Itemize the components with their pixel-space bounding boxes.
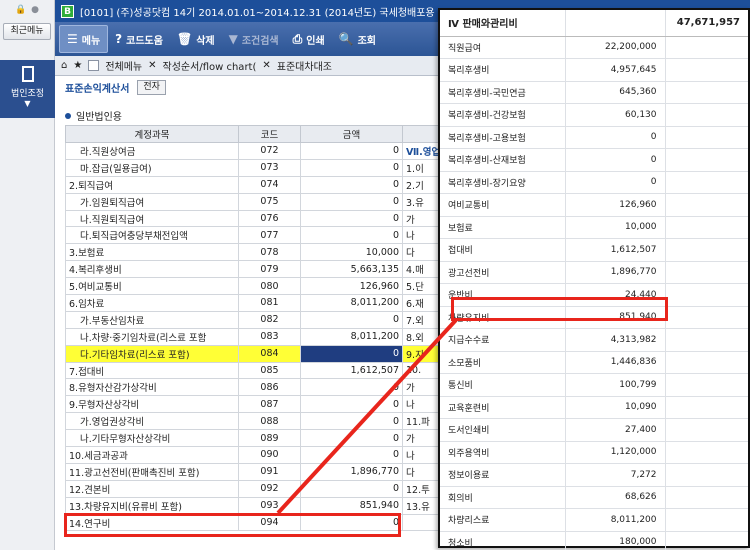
connector-arrow bbox=[276, 318, 458, 515]
connector-line bbox=[276, 318, 458, 515]
